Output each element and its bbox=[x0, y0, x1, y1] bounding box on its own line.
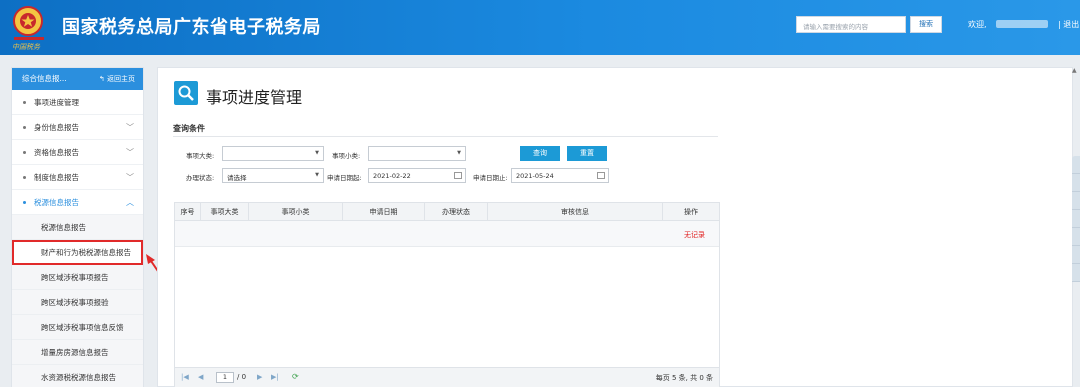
start-date-input[interactable]: 2021-02-22 bbox=[368, 168, 466, 183]
bullet-icon bbox=[23, 201, 26, 204]
bullet-icon bbox=[23, 101, 26, 104]
first-page-icon[interactable]: |◀ bbox=[181, 373, 189, 381]
reset-button[interactable]: 重置 bbox=[567, 146, 607, 161]
sidebar-subitem[interactable]: 跨区域涉税事项报告 bbox=[12, 265, 143, 290]
table-row: 无记录 bbox=[175, 221, 719, 247]
sidebar: 综合信息报... ↰ 返回主页 事项进度管理 身份信息报告 ﹀ 资格信息报告 ﹀ 制… bbox=[11, 67, 144, 387]
svg-text:中国税务: 中国税务 bbox=[12, 43, 41, 51]
tool-icon[interactable] bbox=[1072, 228, 1080, 246]
chevron-up-icon: ︿ bbox=[126, 198, 134, 207]
sidebar-item-qualification[interactable]: 资格信息报告 ﹀ bbox=[12, 140, 143, 165]
calendar-icon[interactable] bbox=[454, 172, 462, 179]
column-header: 办理状态 bbox=[425, 203, 488, 221]
dropdown-arrow-icon: ▼ bbox=[315, 150, 319, 156]
refresh-icon[interactable]: ⟳ bbox=[292, 372, 299, 381]
search-icon bbox=[174, 81, 198, 105]
search-button[interactable]: 搜索 bbox=[910, 16, 942, 33]
pagination-bar: |◀ ◀ 1 / 0 ▶ ▶| ⟳ 每页 5 条, 共 0 条 bbox=[175, 367, 719, 387]
column-header: 序号 bbox=[175, 203, 201, 221]
bullet-icon bbox=[23, 151, 26, 154]
total-pages: / 0 bbox=[237, 373, 247, 381]
main-panel: 事项进度管理 查询条件 事项大类: ▼ 事项小类: ▼ 查询 重置 办理状态: … bbox=[157, 67, 1073, 387]
pagination-summary: 每页 5 条, 共 0 条 bbox=[655, 374, 713, 382]
no-record-text: 无记录 bbox=[684, 231, 705, 239]
calendar-icon[interactable] bbox=[597, 172, 605, 179]
chevron-down-icon: ﹀ bbox=[126, 173, 134, 182]
logout-link[interactable]: | 退出 bbox=[1058, 19, 1079, 30]
status-select-value: 请选择 bbox=[227, 174, 247, 182]
tool-icon[interactable] bbox=[1072, 156, 1080, 174]
category-label: 事项大类: bbox=[186, 152, 215, 160]
sidebar-item-progress[interactable]: 事项进度管理 bbox=[12, 90, 143, 115]
page-number-input[interactable]: 1 bbox=[216, 372, 234, 383]
tool-icon[interactable] bbox=[1072, 174, 1080, 192]
sidebar-subitem[interactable]: 水资源税税源信息报告 bbox=[12, 365, 143, 387]
sidebar-item-identity[interactable]: 身份信息报告 ﹀ bbox=[12, 115, 143, 140]
end-date-input[interactable]: 2021-05-24 bbox=[511, 168, 609, 183]
start-date-label: 申请日期起: bbox=[327, 174, 362, 182]
query-button[interactable]: 查询 bbox=[520, 146, 560, 161]
subcategory-select[interactable]: ▼ bbox=[368, 146, 466, 161]
site-title: 国家税务总局广东省电子税务局 bbox=[62, 17, 321, 38]
back-home-link[interactable]: ↰ 返回主页 bbox=[99, 68, 135, 90]
chevron-down-icon: ﹀ bbox=[126, 148, 134, 157]
status-select[interactable]: 请选择 ▼ bbox=[222, 168, 324, 183]
bullet-icon bbox=[23, 176, 26, 179]
next-page-icon[interactable]: ▶ bbox=[257, 373, 262, 381]
tool-icon[interactable] bbox=[1072, 210, 1080, 228]
username-redacted bbox=[996, 20, 1048, 28]
table-header: 序号 事项大类 事项小类 申请日期 办理状态 审核信息 操作 bbox=[175, 203, 719, 221]
query-form: 事项大类: ▼ 事项小类: ▼ 查询 重置 办理状态: 请选择 ▼ 申请日期起: … bbox=[173, 136, 718, 188]
column-header: 事项小类 bbox=[249, 203, 343, 221]
tool-icon[interactable] bbox=[1072, 192, 1080, 210]
dropdown-arrow-icon: ▼ bbox=[315, 172, 319, 178]
welcome-text: 欢迎, bbox=[968, 20, 987, 29]
dropdown-arrow-icon: ▼ bbox=[457, 150, 461, 156]
column-header: 操作 bbox=[684, 208, 698, 216]
end-date-value: 2021-05-24 bbox=[516, 172, 554, 180]
tool-icon[interactable] bbox=[1072, 264, 1080, 282]
sidebar-subitem[interactable]: 跨区域涉税事项信息反馈 bbox=[12, 315, 143, 340]
sidebar-header: 综合信息报... ↰ 返回主页 bbox=[12, 68, 143, 90]
last-page-icon[interactable]: ▶| bbox=[271, 373, 279, 381]
column-header: 事项大类 bbox=[201, 203, 249, 221]
bullet-icon bbox=[23, 126, 26, 129]
subcategory-label: 事项小类: bbox=[332, 152, 361, 160]
floating-toolbar[interactable] bbox=[1072, 156, 1080, 282]
results-table: 序号 事项大类 事项小类 申请日期 办理状态 审核信息 操作 无记录 |◀ ◀ … bbox=[174, 202, 720, 387]
query-section-title: 查询条件 bbox=[173, 124, 205, 133]
sidebar-subitem[interactable]: 税源信息报告 bbox=[12, 215, 143, 240]
sidebar-item-tax-source[interactable]: 税源信息报告 ︿ bbox=[12, 190, 143, 215]
sidebar-subitem[interactable]: 增量房房源信息报告 bbox=[12, 340, 143, 365]
back-arrow-icon: ↰ bbox=[98, 75, 107, 83]
scroll-up-icon[interactable]: ▲ bbox=[1072, 67, 1080, 75]
sidebar-item-system[interactable]: 制度信息报告 ﹀ bbox=[12, 165, 143, 190]
category-select[interactable]: ▼ bbox=[222, 146, 324, 161]
column-header: 审核信息 bbox=[488, 203, 663, 221]
prev-page-icon[interactable]: ◀ bbox=[198, 373, 203, 381]
sidebar-title[interactable]: 综合信息报... bbox=[22, 74, 67, 83]
search-input[interactable]: 请输入需要搜索的内容 bbox=[796, 16, 906, 33]
tax-emblem-logo: 中国税务 bbox=[12, 6, 44, 51]
top-header: 中国税务 国家税务总局广东省电子税务局 请输入需要搜索的内容 搜索 欢迎, | … bbox=[0, 0, 1080, 55]
tool-icon[interactable] bbox=[1072, 246, 1080, 264]
sidebar-subitem-property-behavior-tax[interactable]: 财产和行为税税源信息报告 bbox=[12, 240, 143, 265]
start-date-value: 2021-02-22 bbox=[373, 172, 411, 180]
status-label: 办理状态: bbox=[186, 174, 215, 182]
column-header: 申请日期 bbox=[343, 203, 425, 221]
chevron-down-icon: ﹀ bbox=[126, 123, 134, 132]
sidebar-subitem[interactable]: 跨区域涉税事项报验 bbox=[12, 290, 143, 315]
end-date-label: 申请日期止: bbox=[473, 174, 508, 182]
page-title: 事项进度管理 bbox=[206, 88, 303, 107]
